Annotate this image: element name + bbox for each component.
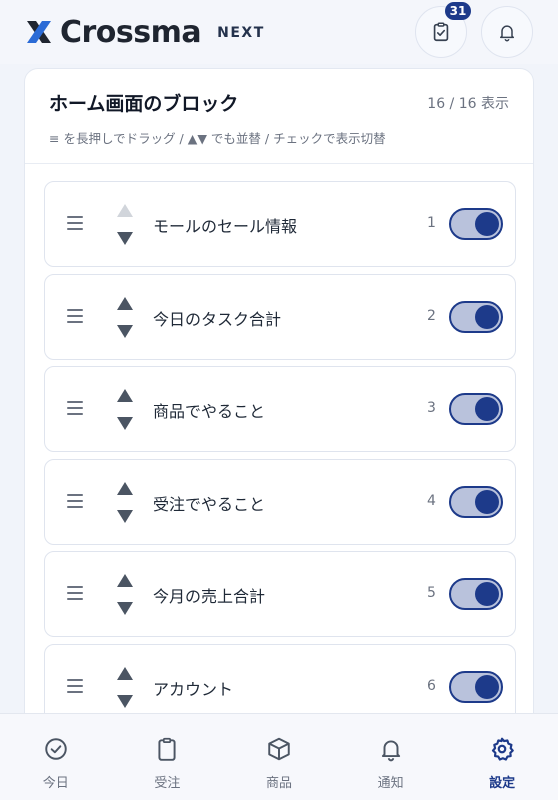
- block-order: 3: [427, 400, 436, 416]
- visibility-toggle[interactable]: [449, 208, 503, 240]
- block-label: アカウント: [153, 679, 234, 699]
- reorder-controls: [115, 200, 135, 250]
- reorder-controls: [115, 570, 135, 620]
- toggle-knob: [475, 674, 499, 699]
- visibility-toggle[interactable]: [449, 485, 503, 518]
- toggle-knob: [475, 304, 499, 329]
- block-row[interactable]: モールのセール情報 1: [44, 181, 516, 267]
- drag-handle-icon[interactable]: [67, 216, 83, 230]
- block-row[interactable]: 商品でやること 3: [44, 366, 516, 452]
- block-label: 今月の売上合計: [153, 587, 266, 606]
- brand-suffix: NEXT: [217, 25, 265, 41]
- nav-item-bell[interactable]: 通知: [335, 714, 447, 800]
- clipboard-check-icon: [433, 22, 449, 42]
- notifications-button[interactable]: [481, 6, 533, 58]
- gear-icon: [492, 737, 514, 761]
- home-blocks-card: ホーム画面のブロック 16 / 16 表示 ≡ を長押しでドラッグ / ▲▼ で…: [24, 68, 534, 768]
- bottom-nav: 今日 受注 商品 通知 設定: [0, 713, 558, 800]
- reorder-controls: [115, 293, 135, 343]
- x-logo-icon: [27, 21, 51, 43]
- nav-item-clipboard[interactable]: 受注: [112, 714, 224, 800]
- block-order: 5: [427, 585, 436, 601]
- move-up-button[interactable]: [117, 389, 133, 402]
- drag-handle-icon[interactable]: [67, 586, 83, 600]
- nav-item-box[interactable]: 商品: [223, 714, 335, 800]
- move-up-button[interactable]: [117, 574, 133, 587]
- nav-item-check-circle[interactable]: 今日: [0, 714, 112, 800]
- visibility-toggle[interactable]: [449, 670, 503, 703]
- drag-handle-icon[interactable]: [67, 493, 83, 508]
- nav-label: 商品: [265, 776, 292, 791]
- brand-name: Crossma: [60, 14, 202, 50]
- toggle-knob: [475, 212, 499, 236]
- visibility-toggle[interactable]: [449, 300, 503, 333]
- block-list: モールのセール情報 1 今日のタスク合計 2 商品でやること 3 受注でやること…: [44, 181, 516, 736]
- block-label: 商品でやること: [153, 402, 266, 421]
- reorder-controls: [115, 385, 135, 435]
- block-row[interactable]: 今日のタスク合計 2: [44, 273, 516, 360]
- nav-label: 受注: [154, 776, 181, 791]
- block-label: モールのセール情報: [153, 217, 298, 236]
- block-order: 2: [427, 307, 436, 324]
- move-down-button[interactable]: [117, 694, 133, 708]
- toggle-knob: [475, 489, 499, 514]
- visible-count: 16 / 16 表示: [427, 96, 509, 112]
- move-up-button: [117, 204, 133, 217]
- drag-handle-icon[interactable]: [67, 401, 83, 415]
- move-up-button[interactable]: [117, 666, 133, 680]
- drag-handle-icon[interactable]: [67, 678, 83, 693]
- clipboard-icon: [158, 737, 176, 761]
- check-circle-icon: [45, 738, 67, 760]
- box-icon: [268, 737, 290, 761]
- reorder-controls: [115, 478, 135, 528]
- bell-icon: [381, 740, 400, 762]
- reorder-controls: [115, 663, 135, 713]
- tasks-button[interactable]: 31: [415, 2, 471, 58]
- card-header: ホーム画面のブロック 16 / 16 表示 ≡ を長押しでドラッグ / ▲▼ で…: [25, 69, 533, 164]
- block-row[interactable]: 受注でやること 4: [44, 458, 516, 545]
- app-header: Crossma NEXT 31: [0, 0, 558, 64]
- block-order: 4: [427, 492, 436, 509]
- card-hint: ≡ を長押しでドラッグ / ▲▼ でも並替 / チェックで表示切替: [49, 131, 386, 146]
- nav-item-gear[interactable]: 設定: [446, 714, 558, 800]
- move-down-button[interactable]: [117, 417, 133, 430]
- drag-handle-icon[interactable]: [67, 308, 83, 323]
- block-order: 6: [427, 677, 436, 694]
- nav-label: 通知: [377, 776, 404, 791]
- visibility-toggle[interactable]: [449, 393, 503, 425]
- move-down-button[interactable]: [117, 602, 133, 615]
- block-row[interactable]: 今月の売上合計 5: [44, 551, 516, 637]
- move-down-button[interactable]: [117, 324, 133, 338]
- toggle-knob: [475, 582, 499, 606]
- nav-label: 今日: [42, 776, 69, 791]
- move-down-button[interactable]: [117, 232, 133, 245]
- visibility-toggle[interactable]: [449, 578, 503, 610]
- nav-label: 設定: [489, 776, 516, 791]
- task-count-badge: 31: [445, 2, 471, 20]
- bell-icon: [500, 25, 514, 42]
- block-label: 今日のタスク合計: [153, 309, 282, 329]
- block-label: 受注でやること: [153, 494, 266, 514]
- move-down-button[interactable]: [117, 509, 133, 523]
- toggle-knob: [475, 397, 499, 421]
- move-up-button[interactable]: [117, 481, 133, 495]
- move-up-button[interactable]: [117, 296, 133, 310]
- brand-logo[interactable]: Crossma NEXT: [24, 15, 265, 50]
- block-order: 1: [427, 215, 436, 231]
